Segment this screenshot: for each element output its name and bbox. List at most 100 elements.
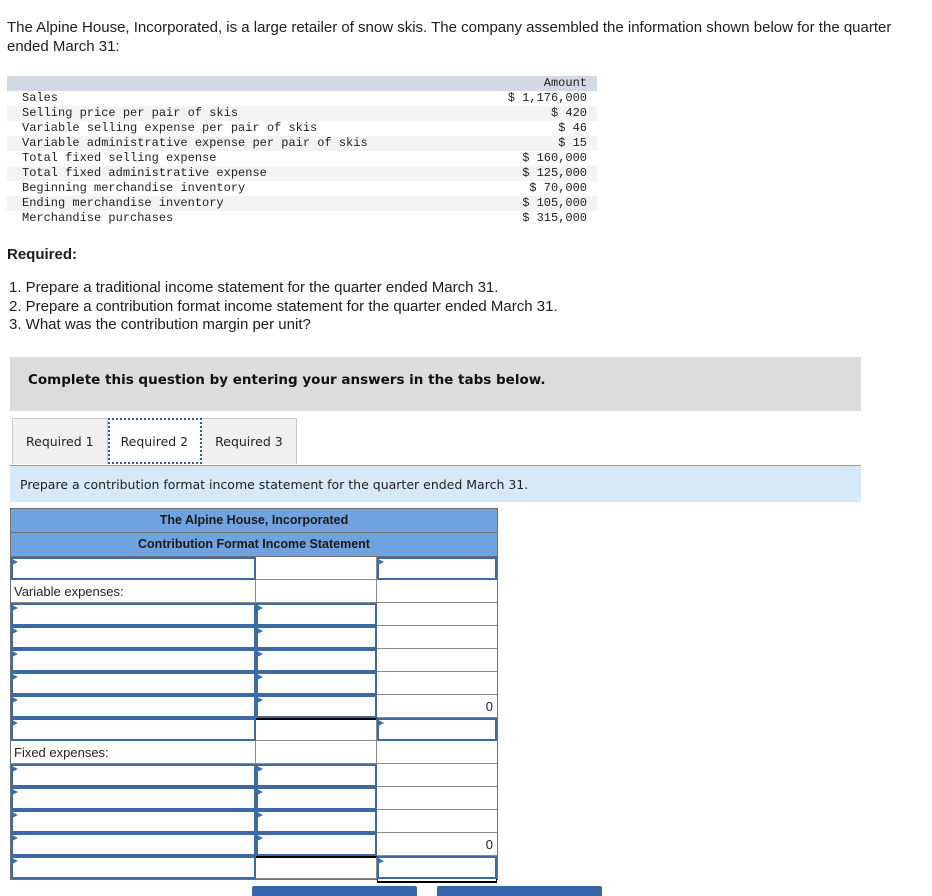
given-row-begin-inventory: Beginning merchandise inventory $ 70,000 [7, 181, 597, 196]
variable-expense-amount-input[interactable] [256, 626, 377, 649]
given-row-sales: Sales $ 1,176,000 [7, 91, 597, 106]
given-amount: $ 315,000 [522, 211, 587, 225]
fixed-expense-amount-input[interactable] [256, 764, 377, 787]
banner-text: Complete this question by entering your … [28, 372, 546, 388]
blank-cell [377, 649, 497, 672]
contribution-margin-amount-input[interactable] [377, 718, 497, 741]
statement-row-sales [11, 557, 497, 580]
fixed-expenses-label: Fixed expenses: [14, 745, 109, 760]
blank-cell [256, 718, 377, 741]
income-statement-form: The Alpine House, Incorporated Contribut… [10, 508, 498, 880]
given-label: Total fixed administrative expense [7, 166, 467, 181]
variable-expense-amount-input[interactable] [256, 603, 377, 626]
variable-expense-amount-input[interactable] [256, 672, 377, 695]
blank-cell [256, 580, 377, 603]
blank-cell [377, 603, 497, 626]
tab-required-3[interactable]: Required 3 [202, 418, 297, 464]
given-row-purchases: Merchandise purchases $ 315,000 [7, 211, 597, 226]
fixed-expense-row: 0 [11, 833, 497, 856]
given-data-table: Amount Sales $ 1,176,000 Selling price pe… [7, 76, 597, 226]
required-item-1: 1. Prepare a traditional income statemen… [9, 279, 499, 296]
blank-cell [377, 787, 497, 810]
given-label: Ending merchandise inventory [7, 196, 467, 211]
given-header-label [7, 76, 467, 91]
blank-cell [377, 810, 497, 833]
given-amount: $ 105,000 [467, 196, 597, 211]
fixed-expense-label-input[interactable] [11, 787, 256, 810]
variable-expense-row [11, 672, 497, 695]
fixed-expense-row [11, 764, 497, 787]
tab-required-2[interactable]: Required 2 [107, 418, 203, 464]
variable-expense-row [11, 649, 497, 672]
fixed-expenses-label-cell: Fixed expenses: [11, 741, 256, 764]
prev-tab-button[interactable] [252, 886, 417, 896]
given-label: Sales [22, 91, 59, 105]
variable-expense-amount-input[interactable] [256, 649, 377, 672]
required-item-3: 3. What was the contribution margin per … [9, 316, 311, 333]
blank-cell [377, 741, 497, 764]
given-label: Beginning merchandise inventory [22, 181, 246, 195]
given-amount: $ 125,000 [467, 166, 597, 181]
sales-amount-input[interactable] [377, 557, 497, 580]
given-row-fixed-selling: Total fixed selling expense $ 160,000 [7, 151, 597, 166]
fixed-expense-amount-input[interactable] [256, 833, 377, 856]
variable-expenses-label: Variable expenses: [14, 584, 124, 599]
tab-instruction: Prepare a contribution format income sta… [10, 466, 861, 502]
given-header-row: Amount [7, 76, 597, 91]
variable-expense-label-input[interactable] [11, 626, 256, 649]
variable-expense-label-input[interactable] [11, 695, 256, 718]
instruction-banner: Complete this question by entering your … [10, 357, 861, 411]
fixed-expense-amount-input[interactable] [256, 810, 377, 833]
variable-expense-label-input[interactable] [11, 672, 256, 695]
variable-expense-label-input[interactable] [11, 603, 256, 626]
contribution-margin-label-input[interactable] [11, 718, 256, 741]
fixed-expense-amount-input[interactable] [256, 787, 377, 810]
variable-total-cell: 0 [377, 695, 497, 718]
given-amount: $ 1,176,000 [507, 91, 587, 105]
fixed-expense-label-input[interactable] [11, 810, 256, 833]
variable-expenses-label-cell: Variable expenses: [11, 580, 256, 603]
required-list: 1. Prepare a traditional income statemen… [9, 279, 558, 335]
net-income-amount-input[interactable] [377, 856, 497, 879]
variable-expense-amount-input[interactable] [256, 695, 377, 718]
statement-company: The Alpine House, Incorporated [11, 509, 497, 533]
given-row-fixed-admin: Total fixed administrative expense $ 125,… [7, 166, 597, 181]
sales-label-input[interactable] [11, 557, 256, 580]
given-row-var-admin: Variable administrative expense per pair… [7, 136, 597, 151]
tab-bar: Required 1 Required 2 Required 3 [12, 418, 297, 465]
given-label: Selling price per pair of skis [7, 106, 467, 121]
given-amount: $ 420 [467, 106, 597, 121]
statement-row-fixed-header: Fixed expenses: [11, 741, 497, 764]
variable-expense-label-input[interactable] [11, 649, 256, 672]
fixed-expense-label-input[interactable] [11, 764, 256, 787]
variable-expense-row: 0 [11, 695, 497, 718]
given-amount: $ 160,000 [522, 151, 587, 165]
given-label: Variable selling expense per pair of ski… [22, 121, 318, 135]
fixed-expense-label-input[interactable] [11, 833, 256, 856]
tab-instruction-text: Prepare a contribution format income sta… [20, 477, 529, 492]
statement-row-variable-header: Variable expenses: [11, 580, 497, 603]
tab-required-1[interactable]: Required 1 [12, 418, 108, 464]
given-row-selling-price: Selling price per pair of skis $ 420 [7, 106, 597, 121]
given-amount: $ 15 [467, 136, 597, 151]
fixed-expense-row [11, 810, 497, 833]
statement-row-net-operating-income [11, 856, 497, 879]
blank-cell [377, 764, 497, 787]
next-tab-button[interactable] [437, 886, 602, 896]
variable-expense-row [11, 603, 497, 626]
given-row-var-selling: Variable selling expense per pair of ski… [7, 121, 597, 136]
fixed-total-cell: 0 [377, 833, 497, 856]
blank-cell [377, 626, 497, 649]
blank-cell [256, 856, 377, 879]
given-label: Total fixed selling expense [22, 151, 217, 165]
given-amount: $ 70,000 [529, 181, 587, 195]
given-label: Merchandise purchases [22, 211, 174, 225]
statement-row-contribution-margin [11, 718, 497, 741]
given-row-end-inventory: Ending merchandise inventory $ 105,000 [7, 196, 597, 211]
given-amount: $ 46 [558, 121, 587, 135]
net-income-label-input[interactable] [11, 856, 256, 879]
fixed-expense-row [11, 787, 497, 810]
blank-cell [377, 672, 497, 695]
given-header-amount: Amount [467, 76, 597, 91]
given-label: Variable administrative expense per pair… [7, 136, 467, 151]
